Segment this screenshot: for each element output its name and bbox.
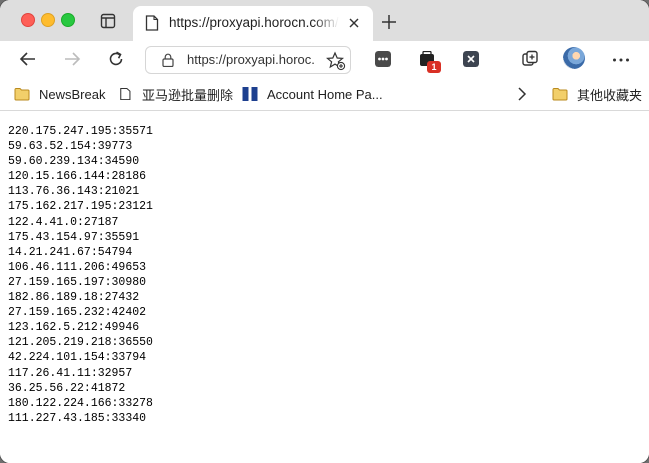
bookmark-account-home[interactable]: Account Home Pa... <box>242 84 383 104</box>
proxy-line: 182.86.189.18:27432 <box>8 291 140 305</box>
more-options-icon[interactable] <box>612 58 630 62</box>
proxy-line: 111.227.43.185:33340 <box>8 411 147 425</box>
page-content: 220.175.247.195:35571 59.63.52.154:39773 5… <box>0 111 649 463</box>
proxy-line: 14.21.241.67:54794 <box>8 245 133 259</box>
proxy-line: 180.122.224.166:33278 <box>8 396 153 410</box>
proxy-line: 113.76.36.143:21021 <box>8 185 140 199</box>
proxy-line: 59.63.52.154:39773 <box>8 140 133 154</box>
proxy-line: 122.4.41.0:27187 <box>8 215 119 229</box>
address-bar[interactable]: https://proxyapi.horoc... <box>145 46 351 74</box>
close-window-button[interactable] <box>21 13 35 27</box>
bookmark-other-folder[interactable]: 其他收藏夹 <box>552 84 642 104</box>
page-icon <box>145 15 159 31</box>
bookmark-label: Account Home Pa... <box>267 86 383 102</box>
extension-x-icon[interactable] <box>463 51 479 67</box>
tab-title: https://proxyapi.horocn.com/api/proxies <box>169 15 339 30</box>
proxy-line: 42.224.101.154:33794 <box>8 351 147 365</box>
bookmark-label: 其他收藏夹 <box>577 87 643 103</box>
page-icon <box>120 88 131 101</box>
bookmark-newsbreak[interactable]: NewsBreak <box>14 84 105 104</box>
notification-badge: 1 <box>427 61 441 73</box>
forward-arrow-icon[interactable] <box>62 49 82 69</box>
refresh-icon[interactable] <box>106 49 126 69</box>
proxy-line: 175.162.217.195:23121 <box>8 200 153 214</box>
folder-icon <box>14 88 30 101</box>
folder-icon <box>552 88 568 101</box>
browser-window: https://proxyapi.horocn.com/api/proxies <box>0 0 649 463</box>
new-tab-icon[interactable] <box>380 13 398 31</box>
collections-icon[interactable] <box>520 49 540 69</box>
bookmark-amazon-delete[interactable]: 亚马逊批量删除 <box>119 84 233 104</box>
browser-toolbar: https://proxyapi.horoc... 1 <box>0 41 649 78</box>
proxy-line: 220.175.247.195:35571 <box>8 125 153 138</box>
close-tab-icon[interactable] <box>346 15 362 31</box>
add-favorite-icon[interactable] <box>326 51 346 71</box>
proxy-line: 117.26.41.11:32957 <box>8 366 133 380</box>
proxy-line: 27.159.165.232:42402 <box>8 306 147 320</box>
minimize-window-button[interactable] <box>41 13 55 27</box>
bookmark-label: 亚马逊批量删除 <box>142 87 234 103</box>
active-tab[interactable]: https://proxyapi.horocn.com/api/proxies <box>133 6 373 41</box>
chevron-right-icon[interactable] <box>515 86 529 102</box>
proxy-line: 27.159.165.197:30980 <box>8 275 147 289</box>
proxy-list: 220.175.247.195:35571 59.63.52.154:39773 5… <box>8 124 153 426</box>
proxy-line: 106.46.111.206:49653 <box>8 260 147 274</box>
address-url[interactable]: https://proxyapi.horoc... <box>187 52 315 70</box>
profile-avatar[interactable] <box>563 47 585 69</box>
lock-icon[interactable] <box>162 53 174 67</box>
maximize-window-button[interactable] <box>61 13 75 27</box>
proxy-line: 123.162.5.212:49946 <box>8 321 140 335</box>
proxy-line: 36.25.56.22:41872 <box>8 381 126 395</box>
proxy-line: 175.43.154.97:35591 <box>8 230 140 244</box>
tab-strip: https://proxyapi.horocn.com/api/proxies <box>0 0 649 41</box>
proxy-line: 59.60.239.134:34590 <box>8 155 140 169</box>
site-logo-icon <box>242 87 258 101</box>
extension-dots-icon[interactable] <box>375 51 391 67</box>
proxy-line: 121.205.219.218:36550 <box>8 336 153 350</box>
bookmark-label: NewsBreak <box>39 86 106 102</box>
bookmarks-bar: NewsBreak 亚马逊批量删除 Account Home Pa... 其他收… <box>0 78 649 111</box>
proxy-line: 120.15.166.144:28186 <box>8 170 147 184</box>
back-arrow-icon[interactable] <box>18 49 38 69</box>
tab-actions-icon[interactable] <box>100 13 116 29</box>
